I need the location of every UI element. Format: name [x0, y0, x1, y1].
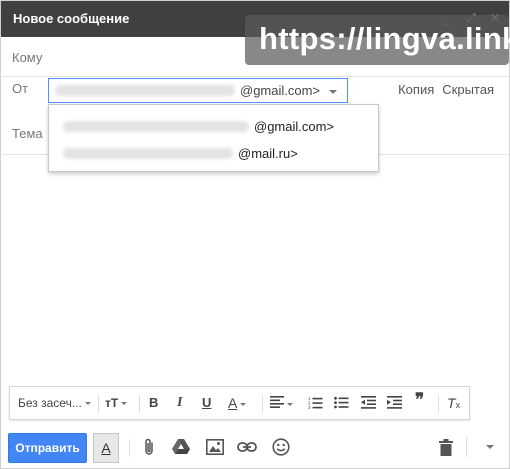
send-button[interactable]: Отправить — [8, 433, 87, 463]
indent-more-icon[interactable] — [387, 396, 402, 412]
to-label: Кому — [12, 50, 43, 65]
option-address: @gmail.com> — [254, 119, 335, 134]
bold-icon[interactable]: B — [149, 396, 158, 410]
svg-text:3: 3 — [308, 405, 311, 409]
emoji-icon[interactable] — [269, 435, 293, 459]
from-label: От — [12, 81, 29, 96]
chevron-down-icon — [329, 90, 337, 94]
blurred-sender-name — [63, 121, 249, 132]
photo-icon[interactable] — [203, 435, 227, 459]
font-size-icon[interactable]: тT — [105, 396, 128, 410]
formatting-toolbar: Без засеч... тT B I U A 123 ❞ Tx — [9, 386, 470, 420]
blurred-sender-name — [55, 85, 235, 96]
message-body[interactable] — [2, 156, 509, 384]
from-select[interactable]: @gmail.com> — [48, 78, 348, 103]
italic-icon[interactable]: I — [177, 396, 182, 410]
drive-icon[interactable] — [169, 435, 193, 459]
compose-title: Новое сообщение — [13, 11, 130, 26]
compose-window: Новое сообщение _ ⤢ ✕ Кому От @gmail.com… — [0, 0, 510, 469]
compose-bottom-toolbar: Отправить A — [2, 426, 509, 469]
watermark: https://lingva.link — [245, 15, 510, 65]
link-icon[interactable] — [235, 435, 259, 459]
font-family-select[interactable]: Без засеч... — [18, 396, 91, 410]
from-address: @gmail.com> — [240, 83, 321, 98]
remove-formatting-icon[interactable]: Tx — [447, 396, 460, 412]
cc-link[interactable]: Копия — [398, 82, 434, 97]
underline-icon[interactable]: U — [202, 396, 211, 410]
numbered-list-icon[interactable]: 123 — [308, 396, 323, 412]
watermark-text: https://lingva.link — [259, 21, 510, 56]
bcc-link[interactable]: Скрытая — [442, 82, 494, 97]
cc-bcc-links: Копия Скрытая — [398, 82, 494, 97]
from-option[interactable]: @gmail.com> — [49, 113, 378, 139]
quote-icon[interactable]: ❞ — [415, 391, 424, 408]
bulleted-list-icon[interactable] — [334, 396, 349, 412]
align-icon[interactable] — [270, 396, 293, 411]
text-color-icon[interactable]: A — [228, 396, 247, 410]
indent-less-icon[interactable] — [361, 396, 376, 412]
trash-icon[interactable] — [434, 435, 458, 459]
more-options-icon[interactable] — [478, 435, 502, 459]
formatting-options-button[interactable]: A — [93, 433, 119, 463]
attach-icon[interactable] — [137, 435, 161, 459]
subject-label: Тема — [12, 126, 43, 141]
font-family-label: Без засеч... — [18, 396, 82, 410]
